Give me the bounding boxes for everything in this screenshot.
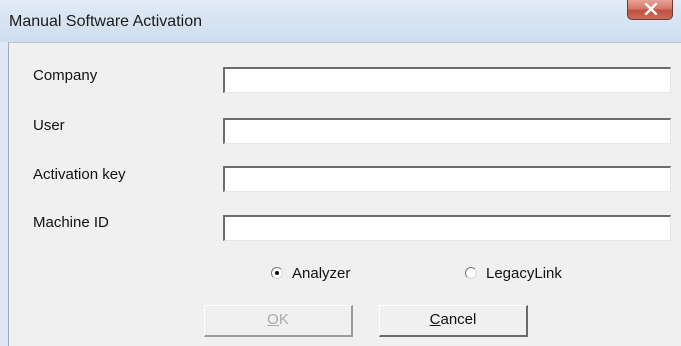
company-field[interactable]	[223, 67, 671, 93]
title-bar[interactable]: Manual Software Activation	[0, 0, 681, 42]
user-label: User	[33, 117, 65, 134]
machine-id-label: Machine ID	[33, 214, 109, 231]
dialog-body: Company User Activation key Machine ID A…	[8, 42, 681, 346]
activation-key-field[interactable]	[223, 166, 671, 192]
ok-label-rest: K	[278, 311, 289, 328]
cancel-mnemonic: C	[429, 311, 441, 328]
close-icon	[644, 3, 658, 15]
activation-key-label: Activation key	[33, 166, 126, 183]
legacylink-radio[interactable]	[465, 267, 477, 279]
analyzer-option[interactable]: Analyzer	[271, 263, 350, 283]
user-field[interactable]	[223, 118, 671, 144]
ok-mnemonic: O	[267, 311, 279, 328]
activation-dialog: Manual Software Activation Company User …	[0, 0, 681, 346]
machine-id-field[interactable]	[223, 215, 671, 241]
ok-button[interactable]: OK	[204, 305, 353, 337]
legacylink-label: LegacyLink	[486, 264, 562, 282]
close-button[interactable]	[627, 0, 673, 20]
analyzer-label: Analyzer	[292, 264, 351, 282]
company-label: Company	[33, 67, 98, 84]
analyzer-radio[interactable]	[271, 267, 283, 279]
legacylink-option[interactable]: LegacyLink	[465, 263, 562, 283]
window-title: Manual Software Activation	[9, 13, 202, 30]
cancel-label-rest: ancel	[440, 311, 477, 328]
cancel-button[interactable]: Cancel	[379, 305, 528, 337]
